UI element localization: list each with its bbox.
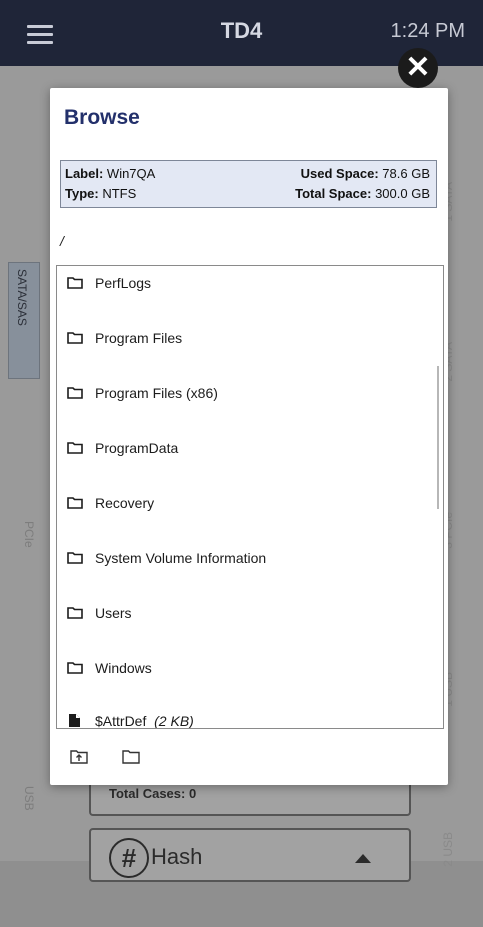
total-cases-label: Total Cases: 0 xyxy=(109,786,197,801)
type-key: Type: xyxy=(65,186,99,201)
item-name: Recovery xyxy=(95,495,155,511)
total-value: 300.0 GB xyxy=(375,186,430,201)
folder-icon xyxy=(67,442,83,454)
current-path: / xyxy=(60,233,64,249)
folder-up-icon[interactable] xyxy=(70,750,88,764)
used-value: 78.6 GB xyxy=(382,166,430,181)
folder-icon[interactable] xyxy=(122,750,140,764)
item-name: Windows xyxy=(95,660,152,676)
file-name: $AttrDef xyxy=(95,713,147,729)
folder-icon xyxy=(67,662,83,674)
volume-label: Label: Win7QA xyxy=(65,166,155,181)
browse-dialog: Browse Label: Win7QA Used Space: 78.6 GB… xyxy=(50,88,448,785)
item-name: PerfLogs xyxy=(95,275,152,291)
folder-icon xyxy=(67,387,83,399)
tab-usb[interactable]: USB xyxy=(22,786,36,811)
folder-icon xyxy=(67,277,83,289)
item-name: Program Files (x86) xyxy=(95,385,218,401)
port-label: 2 USB xyxy=(441,832,455,867)
chevron-up-icon xyxy=(355,854,371,863)
total-space: Total Space: 300.0 GB xyxy=(295,186,430,201)
tab-sata-sas[interactable]: SATA/SAS xyxy=(8,262,40,379)
scrollbar[interactable] xyxy=(437,366,439,509)
label-value: Win7QA xyxy=(106,166,156,181)
hash-icon: # xyxy=(109,838,149,878)
folder-icon xyxy=(67,497,83,509)
folder-icon xyxy=(67,332,83,344)
type-value: NTFS xyxy=(102,186,137,201)
total-key: Total Space: xyxy=(295,186,372,201)
item-name: System Volume Information xyxy=(95,550,267,566)
hash-panel[interactable]: # Hash xyxy=(89,828,411,882)
item-name: Program Files xyxy=(95,330,183,346)
used-key: Used Space: xyxy=(300,166,379,181)
item-name: $AttrDef (2 KB) xyxy=(95,713,194,729)
volume-info-box: Label: Win7QA Used Space: 78.6 GB Type: … xyxy=(60,160,437,208)
clock: 1:24 PM xyxy=(390,20,465,42)
volume-type: Type: NTFS xyxy=(65,186,136,201)
used-space: Used Space: 78.6 GB xyxy=(301,166,430,181)
folder-icon xyxy=(67,607,83,619)
tab-pcie[interactable]: PCIe xyxy=(22,521,36,548)
file-icon xyxy=(69,714,80,727)
folder-icon xyxy=(67,552,83,564)
dialog-title: Browse xyxy=(64,106,140,129)
label-key: Label: xyxy=(65,166,104,181)
item-name: ProgramData xyxy=(95,440,179,456)
file-list[interactable]: PerfLogs Program Files Program Files (x8… xyxy=(56,265,444,729)
hash-label: Hash xyxy=(151,844,203,869)
close-icon[interactable]: ✕ xyxy=(398,48,438,88)
tab-sata-sas-label: SATA/SAS xyxy=(15,269,29,326)
item-name: Users xyxy=(95,605,132,621)
file-size: (2 KB) xyxy=(154,713,194,729)
